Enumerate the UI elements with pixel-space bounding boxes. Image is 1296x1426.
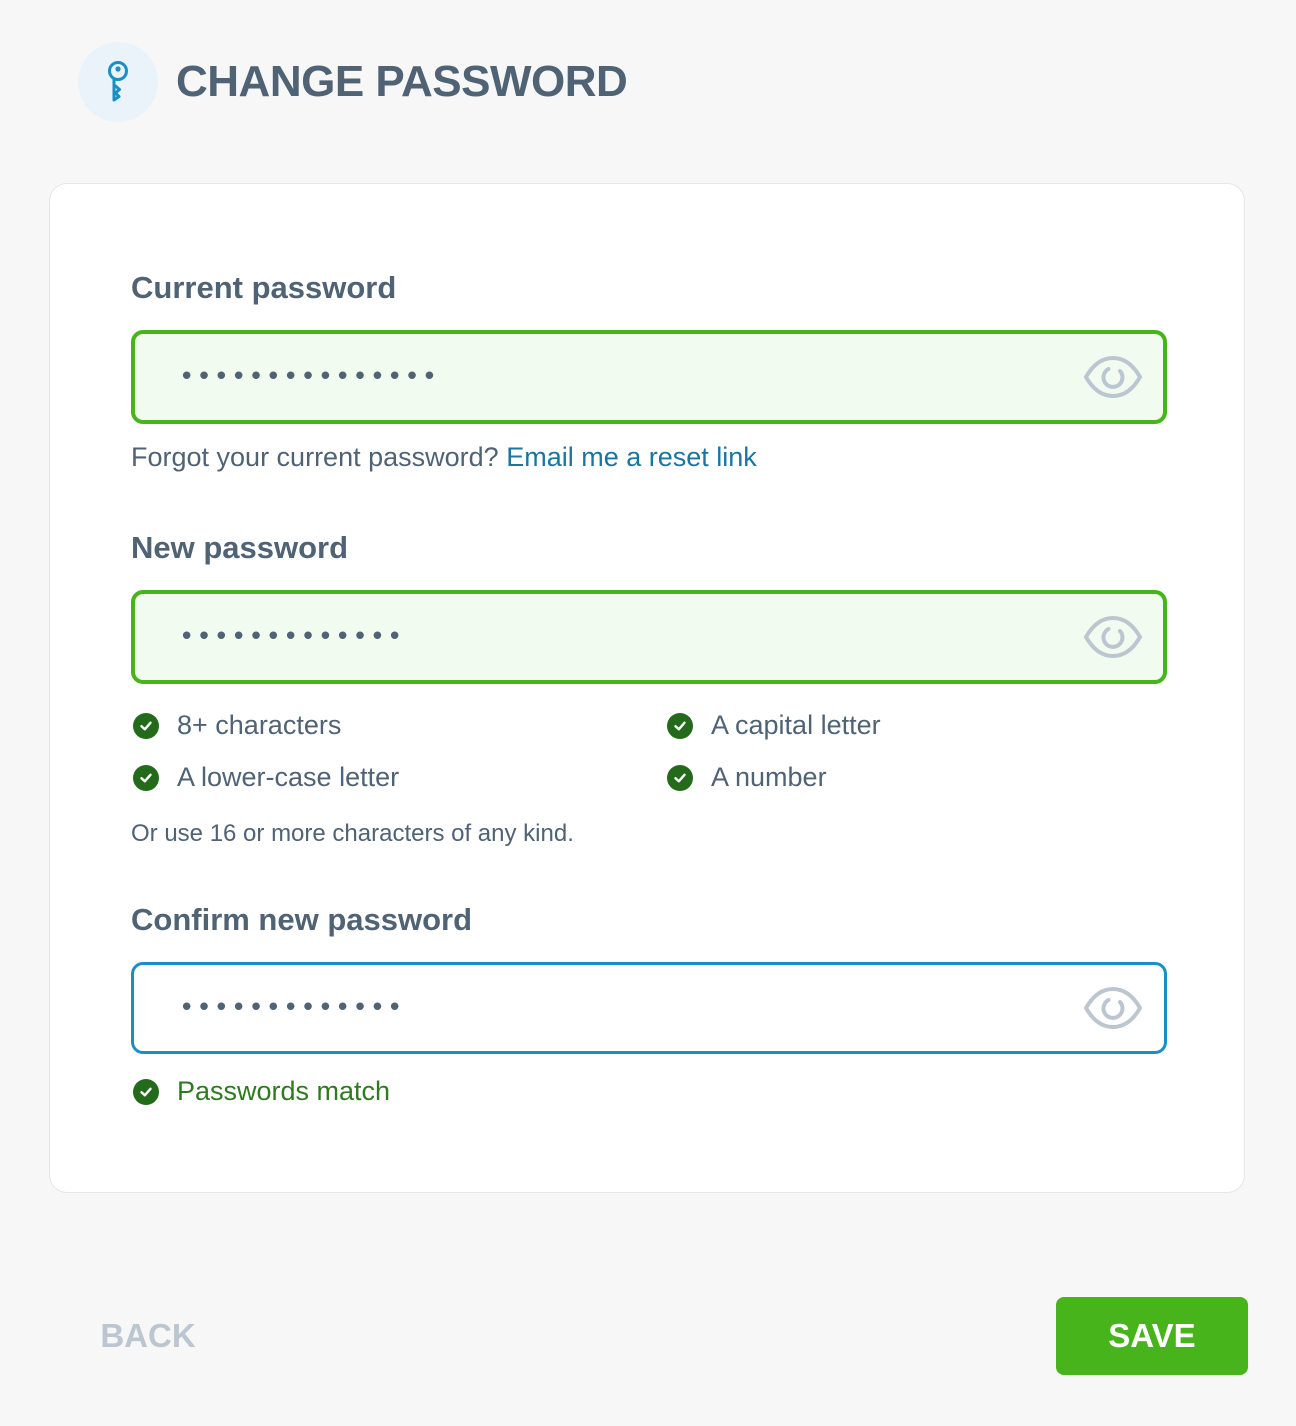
- requirement-length: 8+ characters: [133, 710, 341, 741]
- page-header: CHANGE PASSWORD: [78, 42, 628, 122]
- back-button[interactable]: BACK: [88, 1300, 208, 1372]
- eye-icon[interactable]: [1082, 985, 1144, 1031]
- show-new-password-button[interactable]: [1081, 612, 1145, 662]
- save-button[interactable]: SAVE: [1056, 1297, 1248, 1375]
- new-password-value[interactable]: •••••••••••••: [179, 624, 1081, 650]
- requirement-label: A lower-case letter: [177, 762, 400, 792]
- new-password-field[interactable]: •••••••••••••: [131, 590, 1167, 684]
- change-password-card: Current password ••••••••••••••• Forgot …: [49, 183, 1245, 1193]
- check-circle-icon: [667, 712, 693, 739]
- confirm-password-label: Confirm new password: [131, 902, 473, 937]
- confirm-password-field[interactable]: •••••••••••••: [131, 962, 1167, 1054]
- check-circle-icon: [133, 764, 159, 791]
- key-icon: [78, 42, 158, 122]
- forgot-password-hint: Forgot your current password? Email me a…: [131, 442, 757, 473]
- requirement-label: A number: [711, 762, 827, 792]
- new-password-label: New password: [131, 530, 349, 565]
- current-password-value[interactable]: •••••••••••••••: [179, 364, 1081, 390]
- check-circle-icon: [133, 1078, 159, 1105]
- passwords-match-status: Passwords match: [133, 1076, 390, 1107]
- requirement-label: 8+ characters: [177, 710, 342, 740]
- check-circle-icon: [667, 764, 693, 791]
- requirement-label: A capital letter: [711, 710, 881, 740]
- confirm-password-value[interactable]: •••••••••••••: [179, 995, 1081, 1021]
- eye-icon[interactable]: [1082, 614, 1144, 660]
- passwords-match-label: Passwords match: [177, 1076, 391, 1106]
- eye-icon[interactable]: [1082, 354, 1144, 400]
- requirement-number: A number: [667, 762, 827, 793]
- requirement-capital: A capital letter: [667, 710, 881, 741]
- requirements-note: Or use 16 or more characters of any kind…: [131, 820, 574, 847]
- check-circle-icon: [133, 712, 159, 739]
- page-title: CHANGE PASSWORD: [176, 57, 628, 106]
- current-password-label: Current password: [131, 270, 397, 305]
- current-password-field[interactable]: •••••••••••••••: [131, 330, 1167, 424]
- show-current-password-button[interactable]: [1081, 352, 1145, 402]
- email-reset-link[interactable]: Email me a reset link: [506, 442, 757, 472]
- requirement-lowercase: A lower-case letter: [133, 762, 399, 793]
- show-confirm-password-button[interactable]: [1081, 983, 1145, 1033]
- forgot-password-text: Forgot your current password?: [131, 442, 499, 472]
